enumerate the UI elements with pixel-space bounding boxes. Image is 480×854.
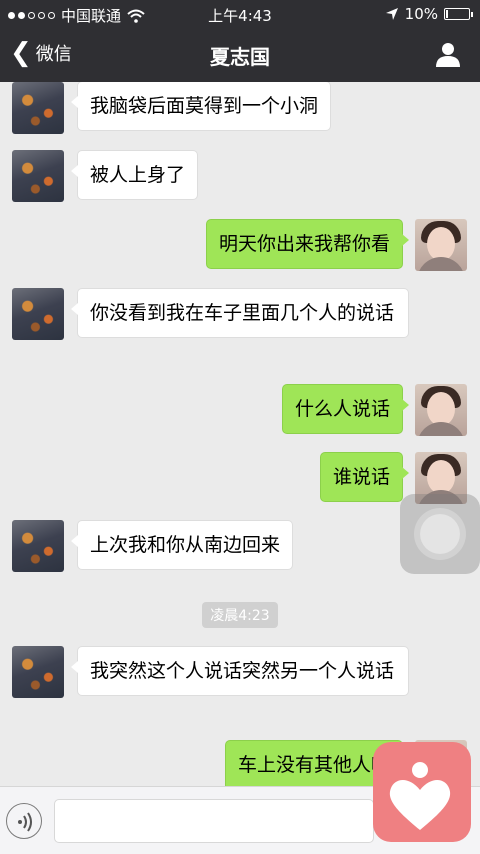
voice-icon [18, 812, 32, 832]
message-bubble[interactable]: 谁说话 [319, 452, 410, 502]
my-avatar[interactable] [415, 384, 467, 436]
assistive-touch-icon [420, 514, 460, 554]
battery-fill [446, 10, 448, 18]
message-bubble[interactable]: 明天你出来我帮你看 [205, 219, 410, 269]
voice-button[interactable] [6, 803, 42, 839]
profile-icon[interactable] [434, 40, 462, 68]
chat-area[interactable]: 我脑袋后面莫得到一个小洞 被人上身了 明天你出来我帮你看 你没看到我在车子里面几… [0, 82, 480, 786]
battery-percent: 10% [404, 5, 438, 23]
contact-avatar[interactable] [12, 288, 64, 340]
chat-title: 夏志国 [210, 45, 270, 69]
contact-avatar[interactable] [12, 82, 64, 134]
assistive-touch-button[interactable] [400, 494, 480, 574]
contact-avatar[interactable] [12, 646, 64, 698]
nav-bar: ❮ 微信 夏志国 [0, 28, 480, 82]
contact-avatar[interactable] [12, 150, 64, 202]
message-input[interactable] [54, 799, 374, 843]
heart-app-icon [389, 762, 451, 830]
timestamp-label: 凌晨4:23 [202, 602, 278, 628]
timestamp: 凌晨4:23 [0, 602, 480, 628]
status-bar: 中国联通 上午4:43 10% [0, 0, 480, 28]
message-bubble[interactable]: 什么人说话 [281, 384, 410, 434]
battery-icon [444, 8, 473, 20]
message-bubble[interactable]: 上次我和你从南边回来 [70, 520, 294, 570]
message-bubble[interactable]: 被人上身了 [70, 150, 199, 200]
contact-avatar[interactable] [12, 520, 64, 572]
message-bubble[interactable]: 你没看到我在车子里面几个人的说话 [71, 288, 409, 338]
message-bubble[interactable]: 我突然这个人说话突然另一个人说话 [71, 646, 409, 696]
my-avatar[interactable] [415, 219, 467, 271]
heart-app-button[interactable] [373, 742, 471, 842]
location-arrow-icon [385, 8, 398, 20]
message-bubble[interactable]: 我脑袋后面莫得到一个小洞 [70, 82, 332, 131]
status-right: 10% [385, 5, 473, 23]
